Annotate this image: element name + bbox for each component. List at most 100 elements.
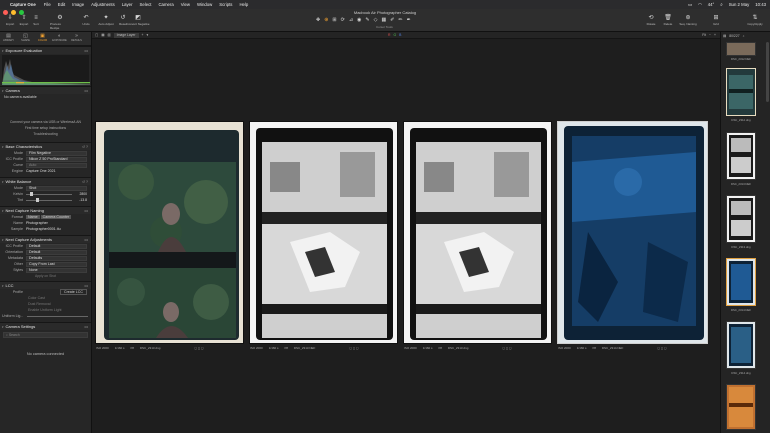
browser-thumb-0[interactable] [726,42,756,56]
lcc-header[interactable]: ▾ LCC ••• [0,282,91,289]
kelvin-slider-knob[interactable] [29,192,33,196]
menu-adjustments[interactable]: Adjustments [91,2,115,7]
more-icon[interactable]: ••• [84,89,88,93]
format-token-counter[interactable]: Camera Counter [40,215,72,219]
menu-window[interactable]: Window [197,2,212,7]
exposure-header[interactable]: ▾ Exposure Evaluation ••• [0,47,91,54]
camera-header[interactable]: ▾ Camera ••• [0,87,91,94]
base-mode-select[interactable]: Film Negative [26,150,87,156]
convert-negative-button[interactable]: ◩ Convert Negative [123,15,153,26]
tab-library[interactable]: ▤ LIBRARY [0,32,17,45]
crop-icon[interactable]: ⊞ [332,17,336,23]
kelvin-value[interactable]: 2800 [75,192,87,196]
menu-view[interactable]: View [181,2,190,7]
na-icc-select[interactable]: Default [26,243,87,249]
kelvin-slider[interactable] [26,192,72,196]
undo-button[interactable]: ↶ Undo [76,15,96,26]
tab-details[interactable]: » DETAILS [68,32,85,45]
camera-settings-search[interactable]: ⌕ Search [3,332,88,338]
annotate-icon[interactable]: ✏ [398,17,402,23]
weather-temp[interactable]: 44° [708,2,715,7]
wb-mode-select[interactable]: Shot [26,185,87,191]
browser-thumb-6[interactable] [726,384,756,430]
format-token-name[interactable]: Name [26,215,40,219]
na-styles-select[interactable]: None [26,267,87,273]
fit-icon[interactable]: Fit [702,33,706,37]
lcc-colorcast-checkbox[interactable]: Color Cast [0,296,45,300]
photo-3[interactable] [403,121,552,344]
menu-help[interactable]: Help [239,2,248,7]
zoom-icon[interactable]: ⊕ [324,17,328,23]
keystone-icon[interactable]: ⊿ [349,17,353,23]
more-icon[interactable]: ••• [84,238,88,242]
browser-thumb-5[interactable] [726,321,756,369]
photo-4-selected[interactable] [557,121,708,344]
delete-button[interactable]: 🗑 Delete [658,15,678,26]
rotate-tool-icon[interactable]: ⟳ [341,17,345,23]
search-icon[interactable]: ⌕ [720,2,722,7]
lcc-dust-checkbox[interactable]: Dust Removal [0,302,51,306]
photo-4-rating-icons[interactable]: ◻ ◻ ◻ [657,346,666,350]
photo-1-rating-icons[interactable]: ◻ ◻ ◻ [194,346,203,350]
clock-time[interactable]: 10:43 [755,2,766,7]
add-layer-icon[interactable]: + [142,33,144,37]
spot-icon[interactable]: ◉ [357,17,361,23]
pan-icon[interactable]: ✥ [316,17,320,23]
naming-name-value[interactable]: Photographer [26,221,48,225]
reset-icon[interactable]: ↺ ? [82,145,88,149]
more-icon[interactable]: ••• [84,49,88,53]
photo-2-rating-icons[interactable]: ◻ ◻ ◻ [349,346,358,350]
uniform-light-slider[interactable] [27,315,88,317]
create-lcc-button[interactable]: Create LCC [60,289,87,295]
base-curve-select[interactable]: Auto [26,162,87,168]
browser-thumb-2[interactable] [726,132,756,180]
menu-layer[interactable]: Layer [122,2,133,7]
next-adjust-header[interactable]: ▾ Next Capture Adjustments ••• [0,236,91,243]
tab-shape[interactable]: ◱ SHAPE [17,32,34,45]
tint-value[interactable]: -13.8 [75,198,87,202]
browser-view-icon[interactable]: ▤ [723,34,726,38]
tab-exposure[interactable]: ◐ EXPOSURE [51,32,68,45]
browser-thumb-3[interactable] [726,195,756,243]
menu-image[interactable]: Image [72,2,84,7]
camera-settings-header[interactable]: ▾ Camera Settings ••• [0,323,91,330]
zoom-in-icon[interactable]: + [714,33,716,37]
first-time-setup-link[interactable]: First time setup instructions [0,126,91,130]
browser-thumb-1[interactable] [726,68,756,116]
menu-file[interactable]: File [44,2,51,7]
wifi-icon[interactable]: ◠ [698,2,702,8]
viewer-grid-icon[interactable]: ▦ [101,33,104,37]
gradient-icon[interactable]: ▦ [381,17,386,23]
viewer-mode-icon[interactable]: ▢ [95,33,98,37]
photo-1[interactable] [95,121,244,344]
more-icon[interactable]: ••• [84,284,88,288]
copy-apply-button[interactable]: ⇅ Copy/Apply [742,15,768,26]
brush-icon[interactable]: ✎ [365,17,369,23]
menu-app[interactable]: Capture One [10,2,36,7]
apply-on-shot-button[interactable]: Apply on Shot [0,274,91,278]
clock-date[interactable]: Sun 2 May [729,2,750,7]
sort-button[interactable]: ≡ Sort [26,15,46,26]
more-icon[interactable]: ••• [84,325,88,329]
na-meta-select[interactable]: Defaults [26,255,87,261]
photo-2[interactable] [249,121,398,344]
menu-scripts[interactable]: Scripts [219,2,232,7]
naming-header[interactable]: ▾ Next Capture Naming ••• [0,207,91,214]
viewer-compare-icon[interactable]: ▥ [107,33,110,37]
process-recipe-button[interactable]: ⚙ Process Recipe [50,15,70,30]
menu-select[interactable]: Select [140,2,152,7]
menu-camera[interactable]: Camera [158,2,173,7]
menu-edit[interactable]: Edit [58,2,65,7]
photo-3-rating-icons[interactable]: ◻ ◻ ◻ [502,346,511,350]
na-other-select[interactable]: Copy From Last [26,261,87,267]
zoom-out-icon[interactable]: − [709,33,711,37]
tab-color[interactable]: ▣ COLOR [34,32,51,45]
layer-select[interactable]: Image Layer [113,32,139,38]
reset-icon[interactable]: ↺ ? [82,180,88,184]
tint-slider-knob[interactable] [36,198,40,202]
more-icon[interactable]: ••• [84,209,88,213]
seq-naming-button[interactable]: ⊛ Seq. Naming [676,15,700,26]
text-icon[interactable]: ✒ [407,17,411,23]
browser-thumb-4-selected[interactable] [726,258,756,306]
na-orient-select[interactable]: Default [26,249,87,255]
